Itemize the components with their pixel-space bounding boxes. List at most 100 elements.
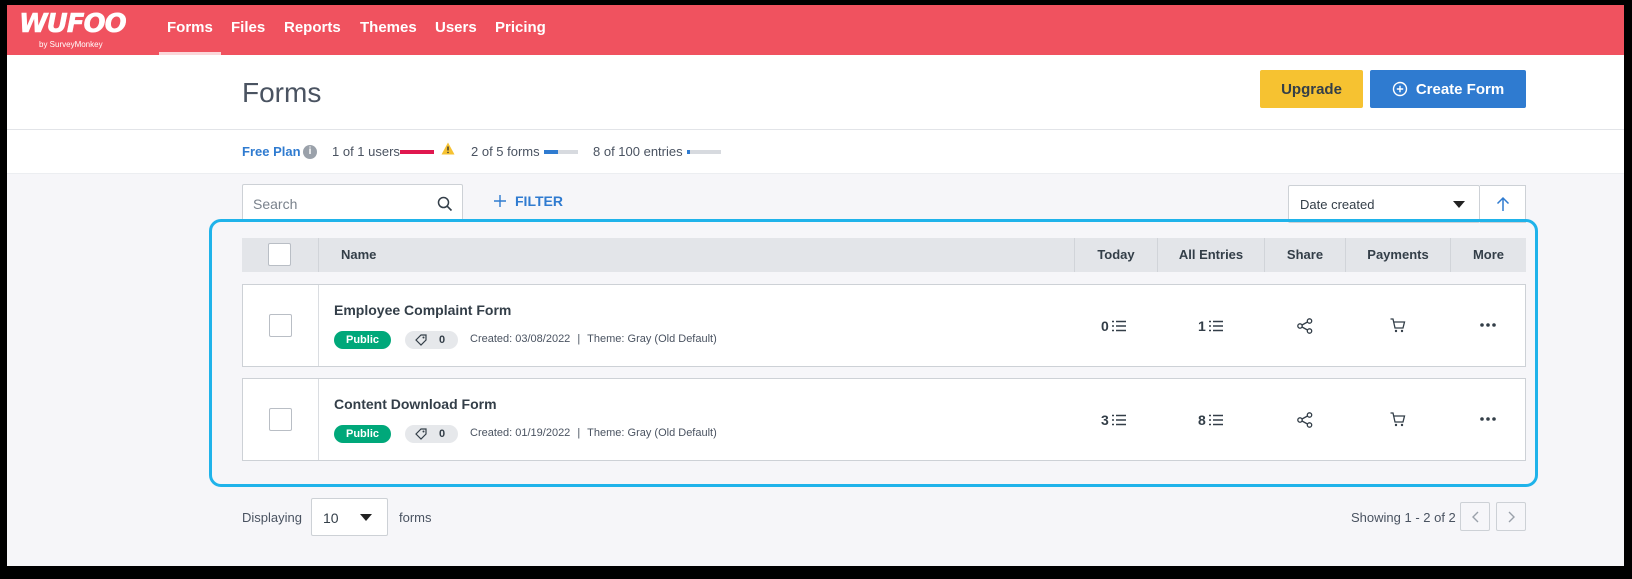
status-badge: Public bbox=[334, 425, 392, 443]
list-icon bbox=[1111, 414, 1126, 426]
users-meter bbox=[400, 150, 434, 154]
logo-subtitle: by SurveyMonkey bbox=[39, 40, 103, 49]
form-meta: Created: 01/19/2022 | Theme: Gray (Old Def… bbox=[470, 427, 717, 439]
arrow-up-icon bbox=[1496, 196, 1509, 211]
status-badge: Public bbox=[334, 331, 392, 349]
table-row: Employee Complaint Form Public 0 Created… bbox=[242, 284, 1526, 367]
create-form-button[interactable]: Create Form bbox=[1370, 70, 1526, 108]
nav-item-themes[interactable]: Themes bbox=[360, 5, 417, 55]
more-icon[interactable] bbox=[1480, 323, 1496, 327]
created-date: Created: 01/19/2022 bbox=[470, 427, 571, 439]
forms-label: forms bbox=[399, 510, 432, 525]
plus-circle-icon bbox=[1392, 81, 1408, 97]
meta-separator: | bbox=[577, 427, 581, 439]
today-count[interactable]: 0 bbox=[1101, 318, 1126, 334]
sort-direction-button[interactable] bbox=[1480, 185, 1526, 223]
forms-meter-fill bbox=[544, 150, 558, 154]
filter-label: FILTER bbox=[515, 193, 563, 209]
tag-count-pill[interactable]: 0 bbox=[405, 425, 458, 443]
all-entries-count-value: 1 bbox=[1198, 318, 1206, 334]
column-header-share: Share bbox=[1286, 247, 1324, 262]
info-icon[interactable]: i bbox=[303, 145, 317, 159]
search-input[interactable] bbox=[253, 194, 423, 214]
nav-item-reports[interactable]: Reports bbox=[284, 5, 341, 55]
nav-item-users[interactable]: Users bbox=[435, 5, 477, 55]
column-divider bbox=[318, 379, 319, 460]
column-divider bbox=[318, 238, 319, 272]
today-count-value: 3 bbox=[1101, 412, 1109, 428]
select-all-checkbox[interactable] bbox=[268, 243, 291, 266]
share-icon[interactable] bbox=[1297, 318, 1313, 334]
caret-down-icon bbox=[1453, 201, 1465, 208]
column-header-all-entries: All Entries bbox=[1178, 247, 1244, 262]
theme-name: Theme: Gray (Old Default) bbox=[587, 427, 717, 439]
table-header: Name Today All Entries Share Payments Mo… bbox=[242, 238, 1526, 272]
logo-wordmark: WUFOO bbox=[19, 9, 127, 40]
more-icon[interactable] bbox=[1480, 417, 1496, 421]
theme-name: Theme: Gray (Old Default) bbox=[587, 333, 717, 345]
per-page-value: 10 bbox=[323, 510, 339, 526]
tag-icon bbox=[415, 334, 427, 346]
nav-item-pricing[interactable]: Pricing bbox=[495, 5, 546, 55]
filter-button[interactable]: FILTER bbox=[493, 193, 563, 209]
nav-item-forms[interactable]: Forms bbox=[159, 5, 221, 55]
caret-down-icon bbox=[360, 514, 372, 521]
form-name-link[interactable]: Content Download Form bbox=[334, 396, 497, 412]
sort-select[interactable]: Date created bbox=[1288, 185, 1480, 223]
meta-separator: | bbox=[577, 333, 581, 345]
sort-select-value: Date created bbox=[1300, 197, 1375, 212]
column-header-today: Today bbox=[1097, 247, 1135, 262]
tag-count-pill[interactable]: 0 bbox=[405, 331, 458, 349]
chevron-right-icon bbox=[1508, 511, 1515, 522]
per-page-select[interactable]: 10 bbox=[311, 498, 388, 536]
create-form-label: Create Form bbox=[1415, 80, 1505, 98]
page-title: Forms bbox=[242, 77, 322, 108]
form-meta: Created: 03/08/2022 | Theme: Gray (Old Def… bbox=[470, 333, 717, 345]
cart-icon[interactable] bbox=[1390, 412, 1406, 427]
top-nav: WUFOO by SurveyMonkey Forms Files Report… bbox=[7, 5, 1624, 55]
next-page-button[interactable] bbox=[1496, 502, 1526, 531]
search-icon[interactable] bbox=[437, 196, 453, 212]
tag-icon bbox=[415, 428, 427, 440]
row-checkbox[interactable] bbox=[269, 408, 292, 431]
entries-meter-fill bbox=[687, 150, 690, 154]
all-entries-count-value: 8 bbox=[1198, 412, 1206, 428]
free-plan-link[interactable]: Free Plan bbox=[242, 144, 301, 159]
nav-item-files[interactable]: Files bbox=[231, 5, 265, 55]
forms-usage-text: 2 of 5 forms bbox=[471, 144, 540, 159]
displaying-label: Displaying bbox=[242, 510, 302, 525]
plan-usage-bar: Free Plan i 1 of 1 users 2 of 5 forms 8 … bbox=[7, 130, 1624, 174]
app-frame: WUFOO by SurveyMonkey Forms Files Report… bbox=[7, 5, 1624, 566]
today-count[interactable]: 3 bbox=[1101, 412, 1126, 428]
wufoo-logo[interactable]: WUFOO by SurveyMonkey bbox=[19, 9, 127, 49]
all-entries-count[interactable]: 1 bbox=[1198, 318, 1223, 334]
entries-meter bbox=[687, 150, 721, 154]
forms-meter bbox=[544, 150, 578, 154]
share-icon[interactable] bbox=[1297, 412, 1313, 428]
list-icon bbox=[1208, 320, 1223, 332]
table-row: Content Download Form Public 0 Created: … bbox=[242, 378, 1526, 461]
column-header-payments: Payments bbox=[1367, 247, 1429, 262]
created-date: Created: 03/08/2022 bbox=[470, 333, 571, 345]
search-box bbox=[242, 184, 463, 222]
column-divider bbox=[318, 285, 319, 366]
all-entries-count[interactable]: 8 bbox=[1198, 412, 1223, 428]
users-meter-fill bbox=[400, 150, 434, 154]
row-checkbox[interactable] bbox=[269, 314, 292, 337]
list-icon bbox=[1111, 320, 1126, 332]
users-usage-text: 1 of 1 users bbox=[332, 144, 400, 159]
plus-icon bbox=[494, 195, 506, 207]
tag-count: 0 bbox=[439, 428, 446, 440]
warning-icon bbox=[441, 142, 455, 155]
upgrade-button[interactable]: Upgrade bbox=[1260, 70, 1363, 108]
today-count-value: 0 bbox=[1101, 318, 1109, 334]
tag-count: 0 bbox=[439, 334, 446, 346]
chevron-left-icon bbox=[1471, 511, 1478, 522]
cart-icon[interactable] bbox=[1390, 318, 1406, 333]
entries-usage-text: 8 of 100 entries bbox=[593, 144, 683, 159]
column-header-name[interactable]: Name bbox=[341, 238, 376, 272]
form-name-link[interactable]: Employee Complaint Form bbox=[334, 302, 511, 318]
pagination-summary: Showing 1 - 2 of 2 bbox=[1351, 510, 1456, 525]
page-header: Forms Upgrade Create Form bbox=[7, 55, 1624, 130]
previous-page-button[interactable] bbox=[1460, 502, 1490, 531]
